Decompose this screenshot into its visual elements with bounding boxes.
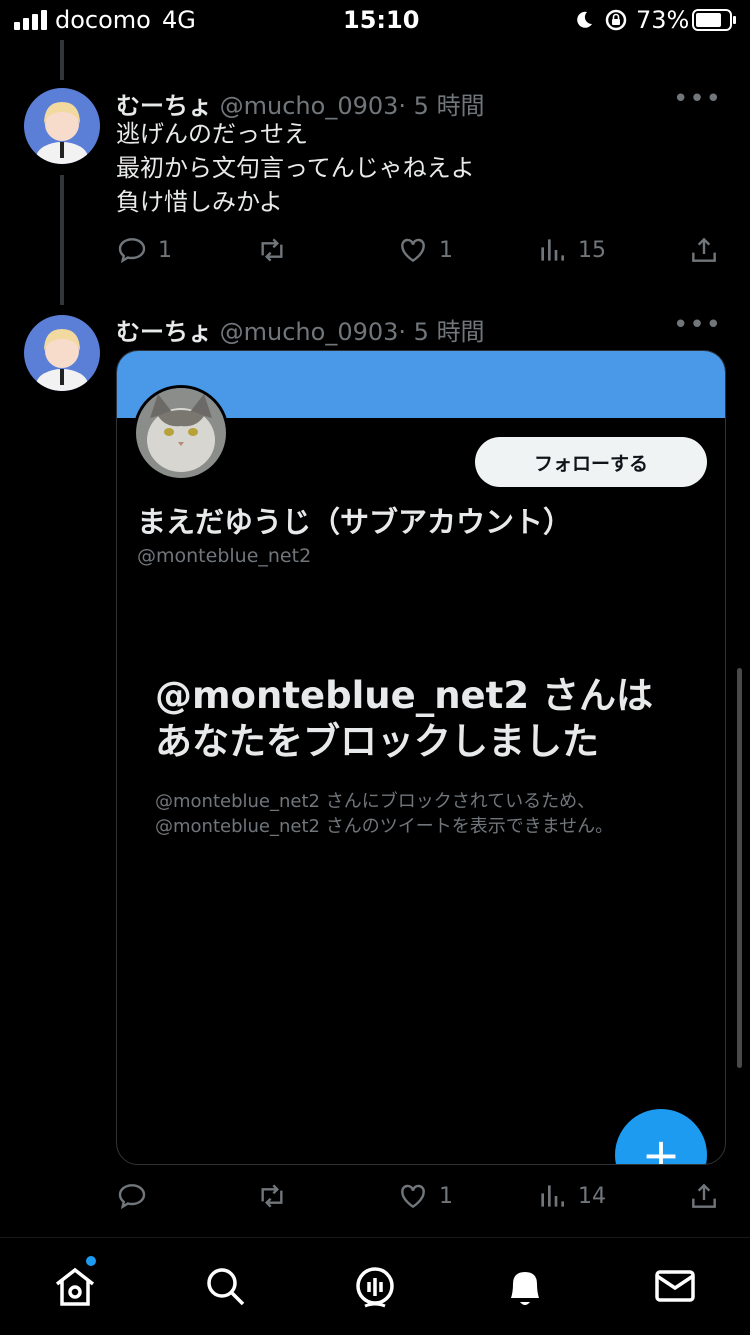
blocked-desc-line: @monteblue_net2 さんにブロックされているため、 [155,791,596,812]
profile-display-name: まえだゆうじ（サブアカウント） [137,505,573,539]
reply-icon [118,238,146,264]
tweet-time: · 5 時間 [398,318,485,346]
home-icon [55,1267,95,1306]
more-icon[interactable]: ••• [673,84,722,114]
blocked-desc-line: @monteblue_net2 さんのツイートを表示できません。 [155,816,614,837]
new-content-dot [86,1256,96,1266]
thread-line [60,40,64,80]
carrier-label: docomo [55,6,151,34]
heart-icon [401,238,425,263]
tweet-text: 逃げんのだっせえ 最初から文句言ってんじゃねえよ 負け惜しみかよ [116,117,475,219]
author-handle[interactable]: @mucho_0903 [220,318,399,346]
blocked-description: @monteblue_net2 さんにブロックされているため、 @montebl… [155,789,715,839]
tweet-header: むーちょ @mucho_0903· 5 時間 [116,312,485,347]
author-name[interactable]: むーちょ [116,318,212,346]
blocked-title-line: @monteblue_net2 さんは [155,674,653,717]
tweet-line: 逃げんのだっせえ [116,120,308,148]
like-button[interactable]: 1 [397,234,453,266]
avatar[interactable] [24,315,100,391]
battery-percent: 73% [636,6,690,34]
tweet-line: 負け惜しみかよ [116,188,283,216]
status-bar: docomo 4G 15:10 73% [0,0,750,40]
tab-bar [0,1237,750,1335]
retweet-button[interactable] [256,1180,298,1212]
tweet-header: むーちょ @mucho_0903· 5 時間 [116,86,485,121]
rotation-lock-icon [605,9,627,31]
reply-button[interactable]: 1 [116,234,172,266]
tab-home[interactable] [51,1262,99,1310]
search-icon [207,1268,245,1306]
like-count: 1 [439,237,453,263]
tab-notifications[interactable] [501,1262,549,1310]
retweet-button[interactable] [256,234,298,266]
view-count: 15 [578,237,606,263]
tab-messages[interactable] [651,1262,699,1310]
author-handle[interactable]: @mucho_0903 [220,92,399,120]
scrollbar[interactable] [737,668,742,1068]
reply-icon [118,1184,146,1210]
share-button[interactable] [688,1180,720,1212]
view-count: 14 [578,1183,606,1209]
bell-icon [511,1272,539,1305]
follow-button[interactable]: フォローする [475,437,707,487]
profile-avatar[interactable] [133,385,229,481]
mail-icon [655,1270,695,1302]
tab-spaces[interactable] [351,1262,399,1310]
signal-icon [14,10,47,30]
views-button[interactable]: 15 [536,234,606,266]
share-icon [692,237,716,262]
like-button[interactable]: 1 [397,1180,453,1212]
share-icon [692,1183,716,1208]
thread-line [60,175,64,305]
moon-icon [577,11,592,28]
profile-card[interactable]: フォローする まえだゆうじ（サブアカウント） @monteblue_net2 @… [116,350,726,1165]
tweet-line: 最初から文句言ってんじゃねえよ [116,154,475,182]
tweet-time: · 5 時間 [398,92,485,120]
retweet-icon [261,238,283,262]
like-count: 1 [439,1183,453,1209]
views-icon [541,1185,564,1207]
tab-search[interactable] [201,1262,249,1310]
blocked-title: @monteblue_net2 さんは あなたをブロックしました [155,673,695,765]
clock: 15:10 [343,6,420,34]
more-icon[interactable]: ••• [673,310,722,340]
retweet-icon [261,1184,283,1208]
reply-button[interactable] [116,1180,158,1212]
reply-count: 1 [158,237,172,263]
battery-icon [692,9,736,31]
blocked-title-line: あなたをブロックしました [155,720,599,763]
views-button[interactable]: 14 [536,1180,606,1212]
avatar[interactable] [24,88,100,164]
author-name[interactable]: むーちょ [116,92,212,120]
spaces-icon [356,1267,394,1308]
views-icon [541,239,564,261]
heart-icon [401,1184,425,1209]
share-button[interactable] [688,234,720,266]
network-label: 4G [162,6,196,34]
profile-handle: @monteblue_net2 [137,545,312,567]
compose-button[interactable]: + [615,1109,707,1164]
